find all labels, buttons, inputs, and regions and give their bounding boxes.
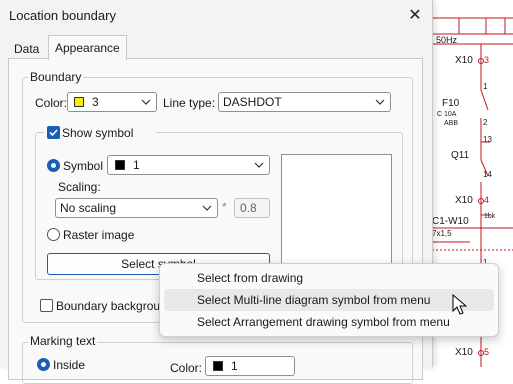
symbol-select-value: 1 bbox=[133, 158, 140, 172]
symbol-preview bbox=[281, 154, 392, 264]
symbol-radio-label: Symbol bbox=[63, 159, 104, 173]
marking-color-swatch bbox=[213, 361, 223, 371]
cad-pin: 2 bbox=[483, 118, 488, 127]
chevron-down-icon bbox=[202, 205, 212, 211]
scaling-select-value: No scaling bbox=[60, 201, 117, 215]
scale-factor-input[interactable]: 0.8 bbox=[234, 198, 270, 218]
tab-appearance[interactable]: Appearance bbox=[48, 35, 127, 60]
boundary-legend: Boundary bbox=[28, 70, 84, 84]
mouse-pointer-icon bbox=[452, 294, 468, 315]
cad-pin: 5 bbox=[484, 347, 490, 357]
color-label: Color: bbox=[35, 96, 68, 110]
symbol-radio[interactable] bbox=[47, 159, 60, 172]
menu-item-select-multi-line-diagram-symbol[interactable]: Select Multi-line diagram symbol from me… bbox=[164, 289, 494, 311]
cad-fuse-type: ABB bbox=[444, 120, 459, 127]
raster-image-label: Raster image bbox=[63, 228, 135, 242]
inside-radio[interactable] bbox=[37, 358, 50, 371]
show-symbol-checkbox[interactable] bbox=[47, 126, 60, 139]
chevron-down-icon bbox=[141, 99, 151, 105]
marking-color-label: Color: bbox=[170, 361, 203, 375]
menu-item-select-from-drawing[interactable]: Select from drawing bbox=[164, 267, 494, 289]
cad-cable: C1-W10 bbox=[432, 216, 469, 227]
scaling-select[interactable]: No scaling bbox=[55, 198, 218, 218]
marking-color-value: 1 bbox=[231, 359, 238, 373]
cad-pin: 1 bbox=[483, 82, 488, 91]
cad-pin: 14 bbox=[483, 170, 492, 179]
cad-terminal-x10: X10 bbox=[455, 195, 473, 206]
cad-terminal-x10: X10 bbox=[455, 55, 473, 66]
color-select[interactable]: 3 bbox=[67, 92, 157, 112]
cad-cable-type: 7x1,5 bbox=[432, 229, 452, 238]
line-type-select-value: DASHDOT bbox=[223, 95, 282, 109]
select-symbol-context-menu: Select from drawing Select Multi-line di… bbox=[159, 263, 499, 337]
menu-item-label: Select Arrangement drawing symbol from m… bbox=[197, 315, 450, 329]
inside-label: Inside bbox=[53, 358, 86, 372]
checkmark-icon bbox=[49, 129, 58, 137]
menu-item-select-arrangement-drawing-symbol[interactable]: Select Arrangement drawing symbol from m… bbox=[164, 311, 494, 333]
symbol-select[interactable]: 1 bbox=[107, 155, 270, 175]
cad-frequency: 50Hz bbox=[436, 35, 458, 45]
boundary-background-checkbox[interactable] bbox=[40, 299, 53, 312]
line-type-label: Line type: bbox=[163, 96, 216, 110]
scaling-label: Scaling: bbox=[58, 180, 101, 194]
show-symbol-label: Show symbol bbox=[62, 126, 134, 140]
cad-fuse-f10: F10 bbox=[442, 98, 460, 109]
multiply-sign: * bbox=[222, 200, 227, 214]
cad-fuse-rating: C 10A bbox=[437, 111, 457, 118]
raster-image-radio[interactable] bbox=[47, 228, 60, 241]
cad-pin: 4 bbox=[484, 195, 490, 205]
color-select-value: 3 bbox=[92, 95, 99, 109]
dialog-title: Location boundary bbox=[9, 8, 116, 23]
cad-cable-suffix: 1bk bbox=[484, 213, 496, 220]
tab-data[interactable]: Data bbox=[8, 40, 45, 59]
chevron-down-icon bbox=[375, 99, 385, 105]
marking-text-legend: Marking text bbox=[28, 334, 98, 348]
cad-terminal-x10: X10 bbox=[455, 347, 473, 358]
menu-item-label: Select from drawing bbox=[197, 271, 304, 285]
menu-item-label: Select Multi-line diagram symbol from me… bbox=[197, 293, 431, 307]
close-button[interactable]: ✕ bbox=[402, 4, 428, 26]
line-type-select[interactable]: DASHDOT bbox=[218, 92, 391, 112]
marking-color-select[interactable]: 1 bbox=[205, 356, 295, 376]
color-swatch bbox=[74, 97, 84, 107]
close-icon: ✕ bbox=[408, 7, 422, 24]
symbol-swatch bbox=[115, 160, 125, 170]
cad-pin: 13 bbox=[483, 135, 492, 144]
chevron-down-icon bbox=[254, 162, 264, 168]
title-bar[interactable]: Location boundary ✕ bbox=[0, 0, 432, 32]
cad-pin: 3 bbox=[484, 55, 490, 65]
cad-switch-q11: Q11 bbox=[451, 150, 470, 161]
boundary-background-label: Boundary background bbox=[56, 299, 174, 313]
